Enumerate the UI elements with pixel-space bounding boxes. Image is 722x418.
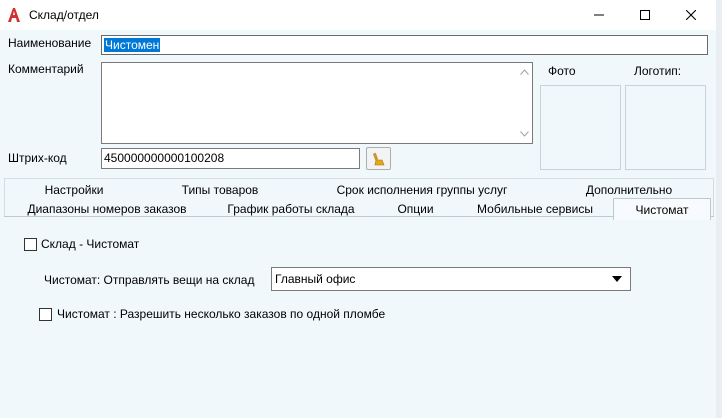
comment-scrollbar[interactable] [516, 63, 532, 143]
barcode-value: 450000000000100208 [104, 151, 225, 165]
window-title: Склад/отдел [29, 8, 99, 22]
tab-service-group-deadline[interactable]: Срок исполнения группы услуг [326, 181, 518, 199]
send-to-warehouse-select[interactable]: Главный офис [271, 267, 631, 291]
chevron-down-icon [612, 276, 622, 282]
app-icon [6, 7, 22, 23]
send-to-warehouse-value: Главный офис [275, 272, 356, 286]
multi-orders-label: Чистомат : Разрешить несколько заказов п… [57, 307, 386, 321]
tab-settings[interactable]: Настройки [28, 181, 120, 199]
tabs-row-1: Настройки Типы товаров Срок исполнения г… [0, 181, 722, 199]
title-bar: Склад/отдел [0, 0, 722, 30]
logo-label: Логотип: [634, 64, 682, 78]
photo-label: Фото [548, 64, 576, 78]
barcode-input[interactable]: 450000000000100208 [101, 148, 360, 169]
minimize-button[interactable] [576, 0, 622, 30]
name-input[interactable]: Чистомен [101, 35, 708, 55]
window-right-edge [716, 0, 722, 418]
minimize-icon [594, 14, 604, 16]
brush-icon [372, 152, 384, 165]
multi-orders-checkbox[interactable] [39, 308, 52, 321]
close-button[interactable] [668, 0, 714, 30]
name-value: Чистомен [104, 38, 161, 52]
tab-product-types[interactable]: Типы товаров [170, 181, 270, 199]
form-body: Наименование Чистомен Комментарий Фото Л… [0, 30, 722, 418]
comment-label: Комментарий [8, 62, 84, 76]
close-icon [686, 10, 696, 20]
maximize-button[interactable] [622, 0, 668, 30]
maximize-icon [640, 10, 650, 20]
tab-chistomat[interactable]: Чистомат [613, 198, 711, 220]
logo-box[interactable] [625, 85, 706, 170]
comment-textarea[interactable] [101, 62, 533, 144]
warehouse-chistomat-label: Склад - Чистомат [41, 237, 140, 251]
warehouse-chistomat-checkbox[interactable] [24, 238, 37, 251]
scroll-down-icon[interactable] [516, 127, 532, 141]
scroll-up-icon[interactable] [516, 65, 532, 79]
barcode-clear-button[interactable] [366, 147, 391, 170]
name-label: Наименование [8, 36, 92, 50]
tab-additional[interactable]: Дополнительно [577, 181, 681, 199]
barcode-label: Штрих-код [8, 151, 67, 165]
photo-box[interactable] [540, 85, 621, 170]
send-to-warehouse-label: Чистомат: Отправлять вещи на склад [44, 273, 255, 287]
